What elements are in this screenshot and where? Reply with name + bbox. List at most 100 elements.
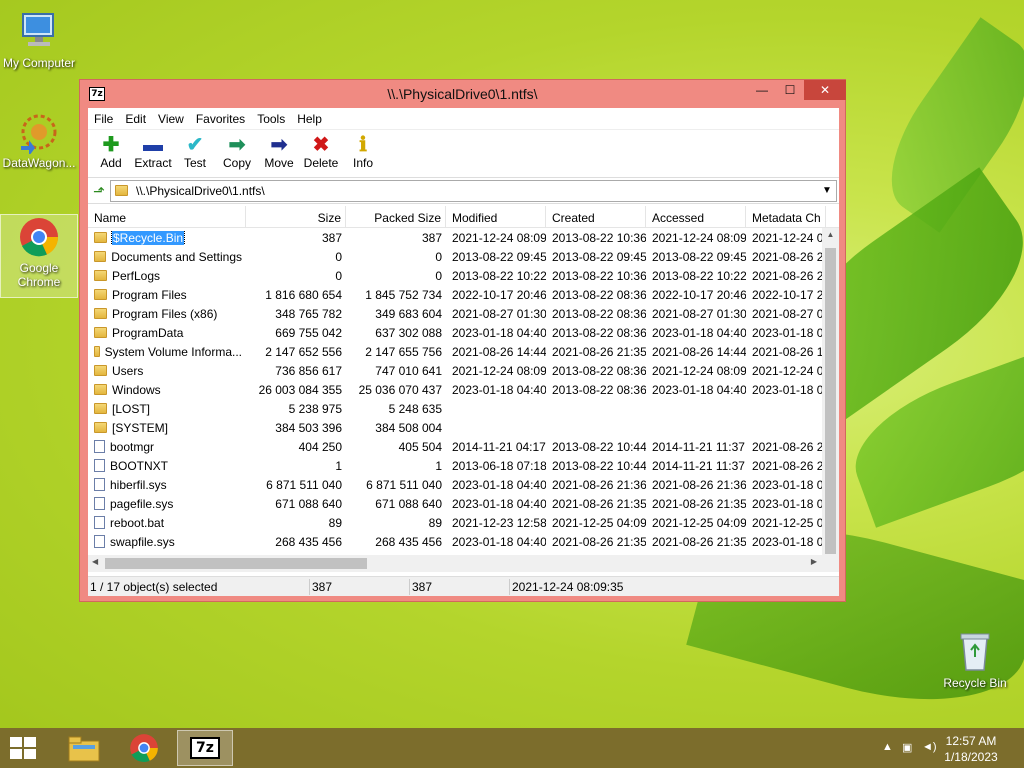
scroll-left-icon[interactable]: ◀ [92, 557, 98, 566]
folder-icon [94, 365, 107, 376]
menu-tools[interactable]: Tools [251, 112, 291, 126]
desktop-icon-datawagon[interactable]: DataWagon... [0, 110, 78, 170]
file-modified-cell: 2023-01-18 04:40 [452, 496, 546, 511]
file-list-row[interactable]: Documents and Settings 0 0 2013-08-22 09:45… [88, 247, 839, 266]
column-header-name[interactable]: Name [88, 206, 246, 227]
file-list-row[interactable]: reboot.bat 89 89 2021-12-23 12:58 2021-12-25… [88, 513, 839, 532]
folder-icon [94, 327, 107, 338]
folder-icon [94, 346, 100, 357]
desktop-icon-recycle-bin[interactable]: Recycle Bin [936, 630, 1014, 690]
file-list-row[interactable]: [SYSTEM] 384 503 396 384 508 004 [88, 418, 839, 437]
extract-button[interactable]: ▬ Extract [132, 130, 174, 177]
menu-help[interactable]: Help [291, 112, 328, 126]
column-header-created[interactable]: Created [546, 206, 646, 227]
file-meta-cell: 2021-08-26 1 [752, 344, 824, 359]
add-button[interactable]: ✚ Add [90, 130, 132, 177]
file-name-cell: Users [88, 364, 246, 378]
horizontal-scroll-thumb[interactable] [105, 558, 367, 569]
file-accessed-cell: 2021-12-24 08:09 [652, 363, 746, 378]
file-name-cell: [LOST] [88, 402, 246, 416]
menu-favorites[interactable]: Favorites [190, 112, 251, 126]
file-list-row[interactable]: Program Files 1 816 680 654 1 845 752 734 2… [88, 285, 839, 304]
column-header-metadata-changed[interactable]: Metadata Ch [746, 206, 826, 227]
scroll-right-icon[interactable]: ▶ [811, 557, 817, 566]
menu-view[interactable]: View [152, 112, 190, 126]
file-meta-cell: 2023-01-18 0 [752, 382, 824, 397]
file-meta-cell: 2021-08-27 0 [752, 306, 824, 321]
copy-button[interactable]: ➡ Copy [216, 130, 258, 177]
file-list-row[interactable]: PerfLogs 0 0 2013-08-22 10:22 2013-08-22 10:… [88, 266, 839, 285]
file-modified-cell: 2023-01-18 04:40 [452, 325, 546, 340]
desktop-icon-my-computer[interactable]: My Computer [0, 10, 78, 70]
column-header-packed-size[interactable]: Packed Size [346, 206, 446, 227]
close-button[interactable]: ✕ [804, 80, 846, 100]
show-hidden-icons-icon[interactable]: ▲ [882, 741, 893, 753]
horizontal-scrollbar[interactable]: ◀ ▶ [88, 555, 839, 572]
file-list-row[interactable]: $Recycle.Bin 387 387 2021-12-24 08:09 2013-0… [88, 228, 839, 247]
file-packed-cell: 405 504 [398, 439, 442, 454]
menu-file[interactable]: File [88, 112, 119, 126]
test-button[interactable]: ✔ Test [174, 130, 216, 177]
file-list-row[interactable]: System Volume Informa... 2 147 652 556 2 1… [88, 342, 839, 361]
file-icon [94, 478, 105, 491]
file-list-row[interactable]: Program Files (x86) 348 765 782 349 683 60… [88, 304, 839, 323]
move-button[interactable]: ➡ Move [258, 130, 300, 177]
taskbar-7zip[interactable]: 7z [177, 730, 233, 766]
folder-icon [94, 289, 107, 300]
column-header-accessed[interactable]: Accessed [646, 206, 746, 227]
up-folder-button[interactable]: ⬏ [88, 180, 110, 202]
file-name: bootmgr [110, 439, 155, 454]
file-packed-cell: 25 036 070 437 [358, 382, 442, 397]
file-size-cell: 89 [328, 515, 342, 530]
vertical-scrollbar[interactable]: ▲ ▼ [822, 228, 839, 572]
file-list-row[interactable]: pagefile.sys 671 088 640 671 088 640 2023-0… [88, 494, 839, 513]
taskbar-file-explorer[interactable] [56, 730, 112, 766]
file-name: [SYSTEM] [112, 420, 169, 435]
file-list-row[interactable]: Windows 26 003 084 355 25 036 070 437 2023-… [88, 380, 839, 399]
desktop-icon-google-chrome[interactable]: Google Chrome [0, 214, 78, 298]
file-list-row[interactable]: Users 736 856 617 747 010 641 2021-12-24 08… [88, 361, 839, 380]
folder-icon [94, 403, 107, 414]
file-list-row[interactable]: BOOTNXT 1 1 2013-06-18 07:18 2013-08-22 10:4… [88, 456, 839, 475]
extract-button-label: Extract [134, 156, 172, 170]
volume-icon[interactable]: ◄) [922, 741, 937, 753]
address-input[interactable]: \\.\PhysicalDrive0\1.ntfs\ ▼ [110, 179, 837, 202]
file-list-row[interactable]: hiberfil.sys 6 871 511 040 6 871 511 040 20… [88, 475, 839, 494]
file-created-cell: 2013-08-22 08:36 [552, 363, 646, 378]
file-list[interactable]: Name Size Packed Size Modified Created A… [88, 206, 839, 572]
file-list-row[interactable]: swapfile.sys 268 435 456 268 435 456 2023-0… [88, 532, 839, 551]
delete-button[interactable]: ✖ Delete [300, 130, 342, 177]
info-button[interactable]: ℹ Info [342, 130, 384, 177]
desktop-icon-label: My Computer [2, 56, 76, 70]
file-accessed-cell: 2014-11-21 11:37 [652, 458, 745, 473]
file-meta-cell: 2021-12-24 0 [752, 230, 824, 245]
scroll-up-icon[interactable]: ▲ [822, 230, 839, 239]
menu-edit[interactable]: Edit [119, 112, 152, 126]
file-list-row[interactable]: ProgramData 669 755 042 637 302 088 2023-01… [88, 323, 839, 342]
file-created-cell: 2013-08-22 10:36 [552, 230, 646, 245]
clock[interactable]: 12:57 AM 1/18/2023 [936, 733, 1006, 765]
file-name: Program Files (x86) [112, 306, 218, 321]
file-accessed-cell: 2021-08-26 21:35 [652, 534, 746, 549]
column-header-modified[interactable]: Modified [446, 206, 546, 227]
file-list-row[interactable]: bootmgr 404 250 405 504 2014-11-21 04:17 201… [88, 437, 839, 456]
file-size-cell: 268 435 456 [275, 534, 342, 549]
file-list-row[interactable]: [LOST] 5 238 975 5 248 635 [88, 399, 839, 418]
minimize-button[interactable]: — [748, 80, 776, 100]
file-created-cell: 2013-08-22 09:45 [552, 249, 646, 264]
network-icon[interactable]: ▣ [902, 741, 912, 754]
title-bar[interactable]: 7z \\.\PhysicalDrive0\1.ntfs\ — ☐ ✕ [80, 80, 846, 108]
recycle-bin-icon [953, 630, 997, 674]
chevron-down-icon[interactable]: ▼ [822, 185, 836, 196]
start-button[interactable] [10, 737, 36, 759]
column-header-size[interactable]: Size [246, 206, 346, 227]
sevenzip-window[interactable]: 7z \\.\PhysicalDrive0\1.ntfs\ — ☐ ✕ File… [79, 79, 846, 602]
file-icon [94, 459, 105, 472]
vertical-scroll-thumb[interactable] [825, 248, 836, 554]
taskbar-google-chrome[interactable] [116, 730, 172, 766]
maximize-button[interactable]: ☐ [776, 80, 804, 100]
file-name: ProgramData [112, 325, 184, 340]
file-packed-cell: 637 302 088 [375, 325, 442, 340]
file-packed-cell: 747 010 641 [375, 363, 442, 378]
file-accessed-cell: 2021-08-26 21:36 [652, 477, 746, 492]
